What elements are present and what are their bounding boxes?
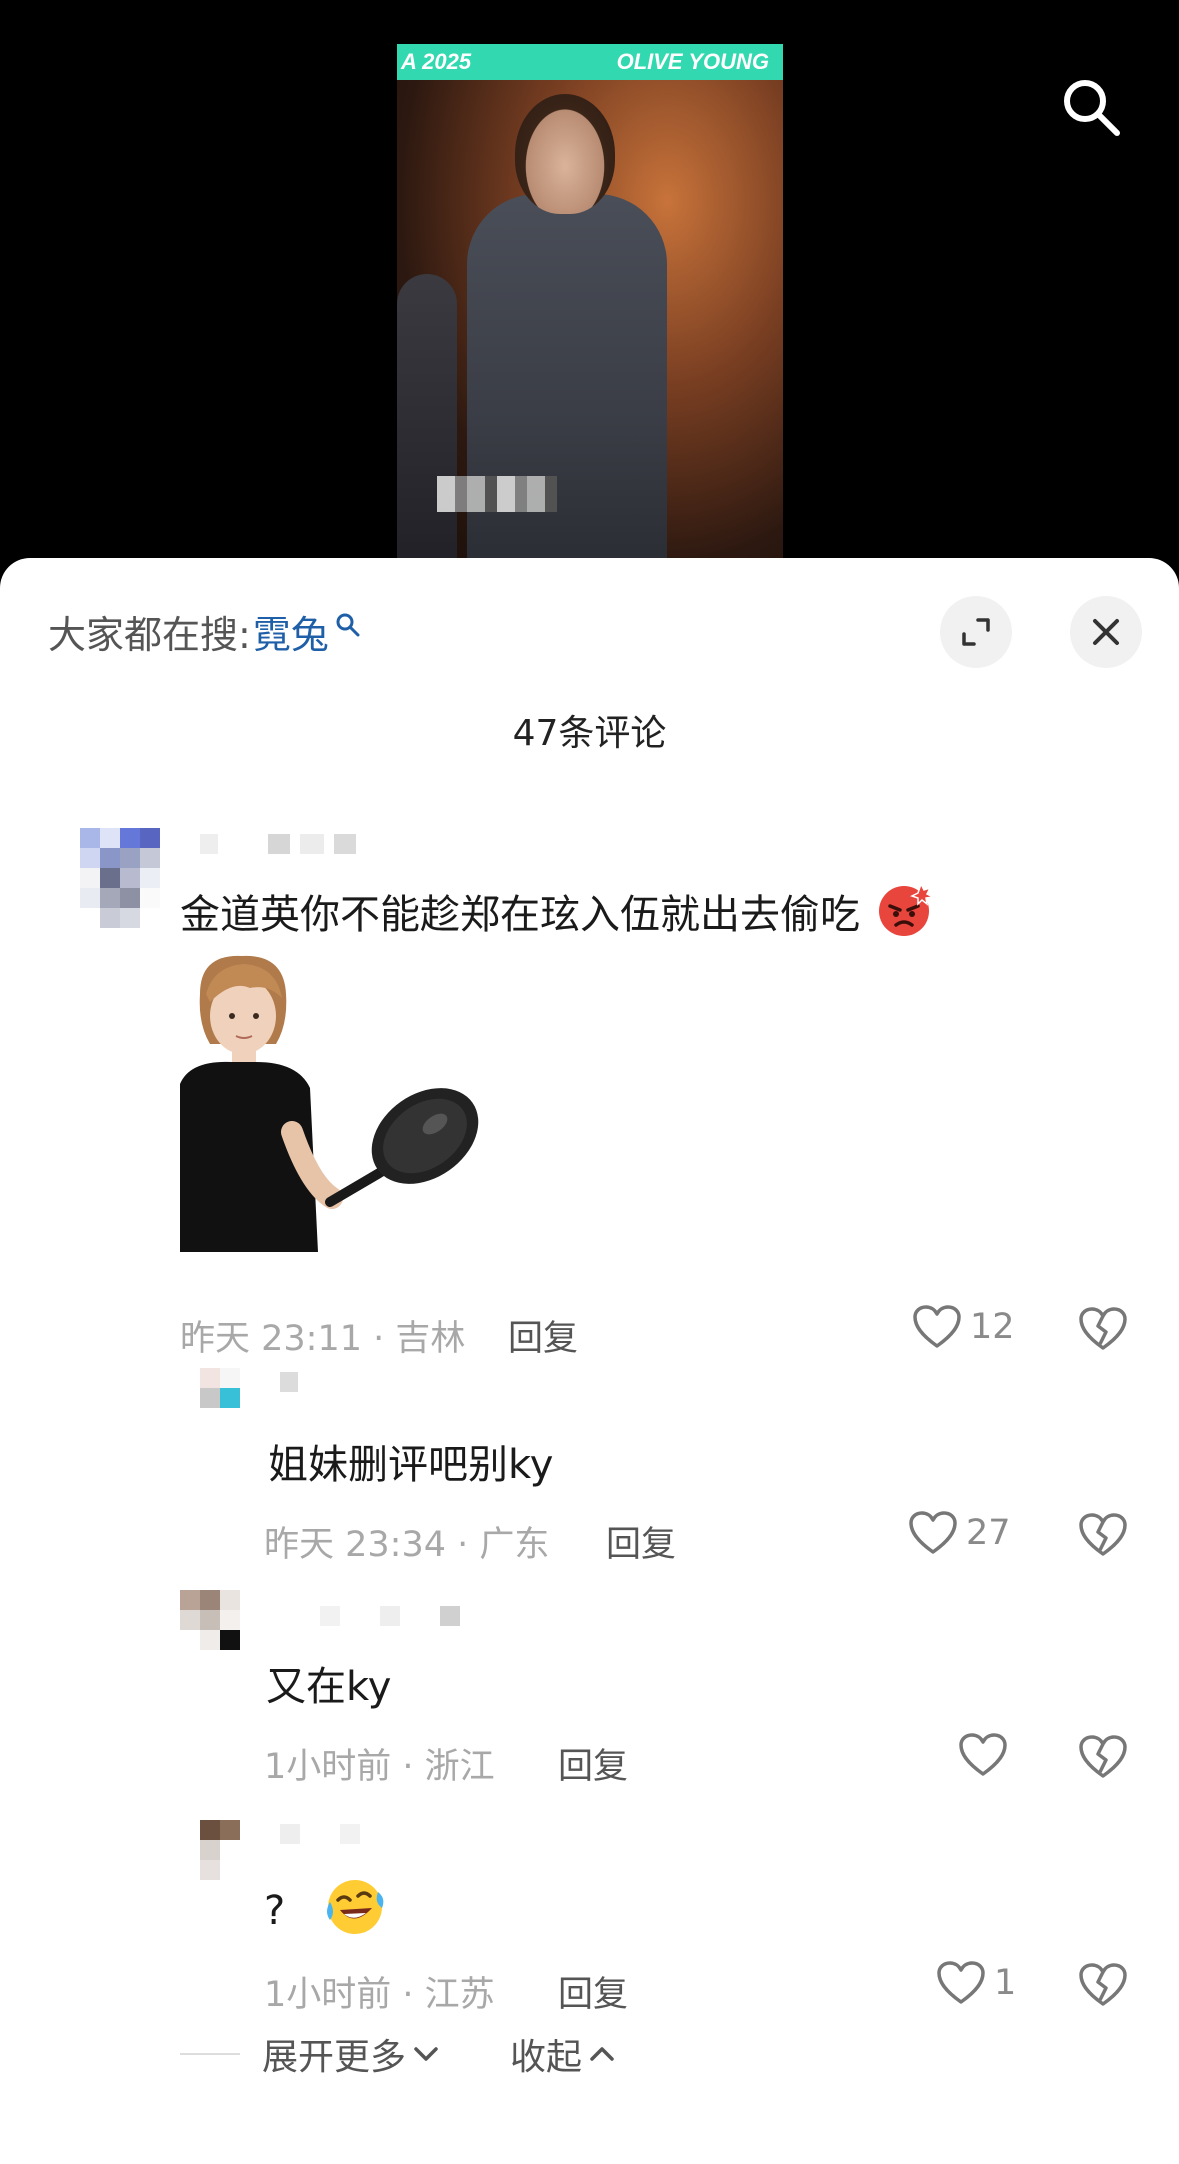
search-icon bbox=[1064, 80, 1120, 136]
divider bbox=[180, 2053, 240, 2055]
comment-text: 又在ky bbox=[266, 1664, 392, 1710]
reply-button[interactable]: 回复 bbox=[558, 1966, 628, 2017]
avatar[interactable] bbox=[200, 1820, 240, 1880]
expand-fullscreen-button[interactable] bbox=[940, 596, 1012, 668]
comment-text: ? bbox=[264, 1876, 386, 1938]
collapse-button[interactable]: 收起 bbox=[510, 2028, 616, 2080]
close-icon bbox=[1093, 619, 1119, 645]
comment-text-content: 金道英你不能趁郑在玹入伍就出去偷吃 bbox=[180, 892, 860, 938]
banner-right-text: OLIVE YOUNG bbox=[616, 49, 769, 74]
collapse-label: 收起 bbox=[510, 2037, 583, 2078]
hot-search-term[interactable]: 霓兔 bbox=[253, 604, 329, 659]
comment-meta: 1小时前 · 浙江 bbox=[264, 1747, 495, 1787]
dislike-button[interactable] bbox=[1078, 1512, 1128, 1562]
like-count: 27 bbox=[966, 1513, 1011, 1553]
performer-head bbox=[515, 94, 615, 214]
chevron-up-icon bbox=[590, 2047, 614, 2061]
heart-icon bbox=[913, 1305, 961, 1348]
heart-icon bbox=[959, 1733, 1007, 1776]
replies-controls: 展开更多 收起 bbox=[180, 2028, 616, 2080]
video-frame[interactable]: A 2025 OLIVE YOUNG bbox=[397, 44, 783, 568]
small-search-icon bbox=[336, 613, 360, 636]
broken-heart-icon bbox=[1079, 1307, 1127, 1350]
like-button[interactable]: 1 bbox=[936, 1960, 1016, 2006]
background-performer bbox=[397, 274, 457, 568]
expand-more-button[interactable]: 展开更多 bbox=[262, 2028, 440, 2080]
reply-button[interactable]: 回复 bbox=[558, 1738, 628, 1789]
masked-username[interactable] bbox=[200, 834, 356, 854]
dislike-button[interactable] bbox=[1078, 1734, 1128, 1784]
dislike-button[interactable] bbox=[1078, 1962, 1128, 2012]
banner-left-text: A 2025 bbox=[401, 49, 472, 74]
masked-username[interactable] bbox=[280, 1372, 298, 1392]
comment-sticker-image[interactable] bbox=[180, 954, 480, 1252]
expand-more-label: 展开更多 bbox=[262, 2037, 407, 2078]
hot-search-bar[interactable]: 大家都在搜: 霓兔 bbox=[48, 604, 361, 659]
angry-face-emoji bbox=[878, 882, 936, 936]
heart-icon bbox=[937, 1961, 985, 2004]
comment-meta: 昨天 23:11 · 吉林 bbox=[180, 1319, 466, 1359]
reply-button[interactable]: 回复 bbox=[606, 1516, 676, 1567]
like-count: 12 bbox=[970, 1307, 1015, 1347]
broken-heart-icon bbox=[1079, 1963, 1127, 2006]
comment-text: 金道英你不能趁郑在玹入伍就出去偷吃 bbox=[180, 880, 936, 940]
expand-icon bbox=[962, 618, 990, 646]
avatar[interactable] bbox=[200, 1368, 240, 1408]
video-player[interactable]: A 2025 OLIVE YOUNG bbox=[0, 0, 1179, 570]
broken-heart-icon bbox=[1079, 1735, 1127, 1778]
dislike-button[interactable] bbox=[1078, 1306, 1128, 1356]
comments-sheet: 大家都在搜: 霓兔 47条评论 金道英你不能趁郑在玹入伍就出去偷吃 昨天 23:… bbox=[0, 558, 1179, 2164]
broken-heart-icon bbox=[1079, 1513, 1127, 1556]
like-count: 1 bbox=[994, 1963, 1017, 2003]
masked-username[interactable] bbox=[320, 1606, 460, 1626]
comment-count-title: 47条评论 bbox=[512, 713, 667, 754]
avatar[interactable] bbox=[180, 1590, 240, 1650]
like-button[interactable] bbox=[958, 1732, 1016, 1778]
like-button[interactable]: 27 bbox=[908, 1510, 1011, 1556]
search-button[interactable] bbox=[1056, 72, 1126, 142]
comment-text: 姐妹删评吧别ky bbox=[268, 1442, 554, 1488]
chevron-down-icon bbox=[414, 2047, 438, 2061]
blurred-watermark bbox=[437, 476, 557, 512]
masked-username[interactable] bbox=[280, 1824, 360, 1844]
like-button[interactable]: 12 bbox=[912, 1304, 1015, 1350]
video-banner: A 2025 OLIVE YOUNG bbox=[397, 44, 783, 80]
reply-button[interactable]: 回复 bbox=[508, 1310, 578, 1361]
laughing-crying-emoji bbox=[326, 1880, 384, 1934]
comment-text-content: ? bbox=[264, 1888, 286, 1934]
sticker-person-with-pan bbox=[180, 955, 479, 1252]
hot-search-label: 大家都在搜: bbox=[48, 613, 251, 657]
close-button[interactable] bbox=[1070, 596, 1142, 668]
heart-icon bbox=[909, 1511, 957, 1554]
avatar[interactable] bbox=[80, 828, 160, 928]
comment-meta: 昨天 23:34 · 广东 bbox=[264, 1525, 550, 1565]
comment-meta: 1小时前 · 江苏 bbox=[264, 1975, 495, 2015]
